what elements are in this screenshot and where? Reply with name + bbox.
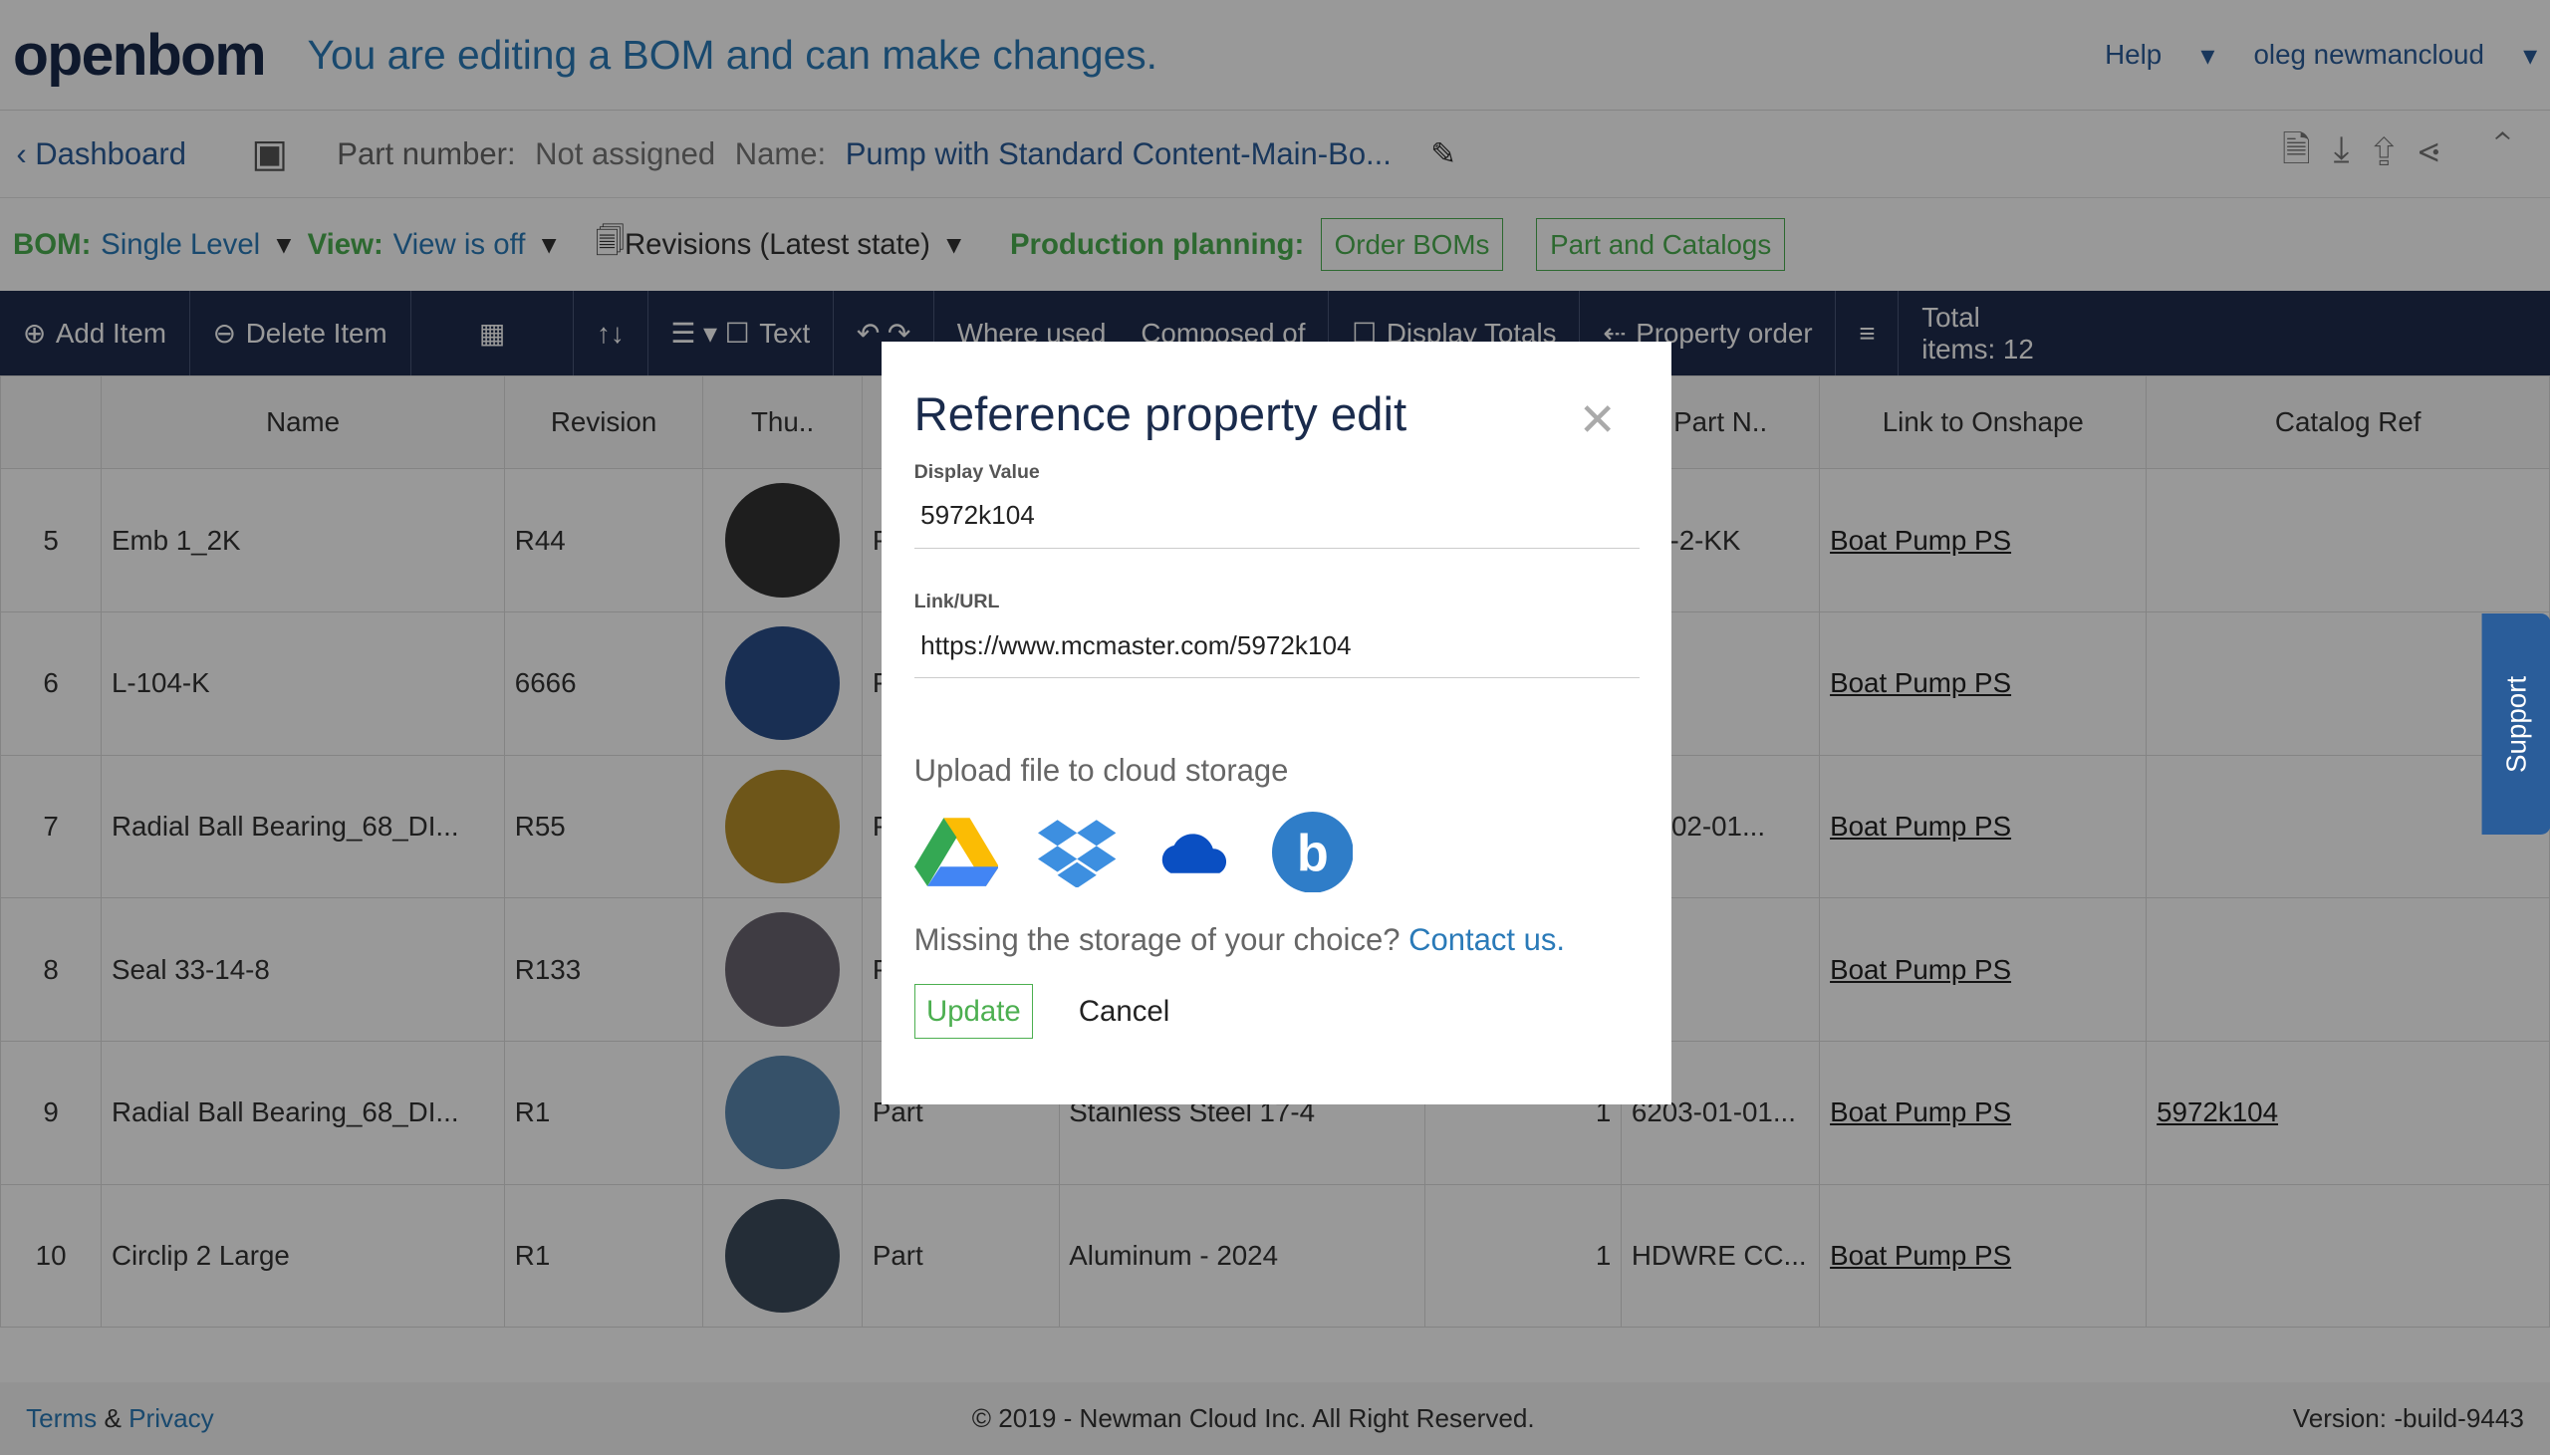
link-url-input[interactable] [913, 613, 1640, 678]
display-value-input[interactable] [913, 484, 1640, 549]
cancel-button[interactable]: Cancel [1079, 995, 1169, 1029]
dialog-title: Reference property edit [913, 387, 1407, 441]
reference-property-dialog: Reference property edit ✕ Display Value … [881, 341, 1672, 1104]
update-button[interactable]: Update [913, 983, 1034, 1040]
dropbox-icon[interactable] [1037, 817, 1116, 888]
close-icon[interactable]: ✕ [1579, 393, 1617, 446]
google-drive-icon[interactable] [913, 815, 999, 889]
upload-label: Upload file to cloud storage [913, 752, 1289, 788]
box-icon[interactable]: b [1271, 811, 1354, 893]
onedrive-icon[interactable] [1154, 828, 1232, 876]
svg-text:b: b [1297, 825, 1329, 882]
contact-us-link[interactable]: Contact us. [1408, 922, 1565, 957]
support-tab[interactable]: Support [2481, 612, 2550, 835]
missing-storage-text: Missing the storage of your choice? [913, 921, 1401, 957]
link-label: Link/URL [913, 591, 1000, 613]
display-value-label: Display Value [913, 461, 1040, 484]
support-label: Support [2499, 674, 2531, 773]
